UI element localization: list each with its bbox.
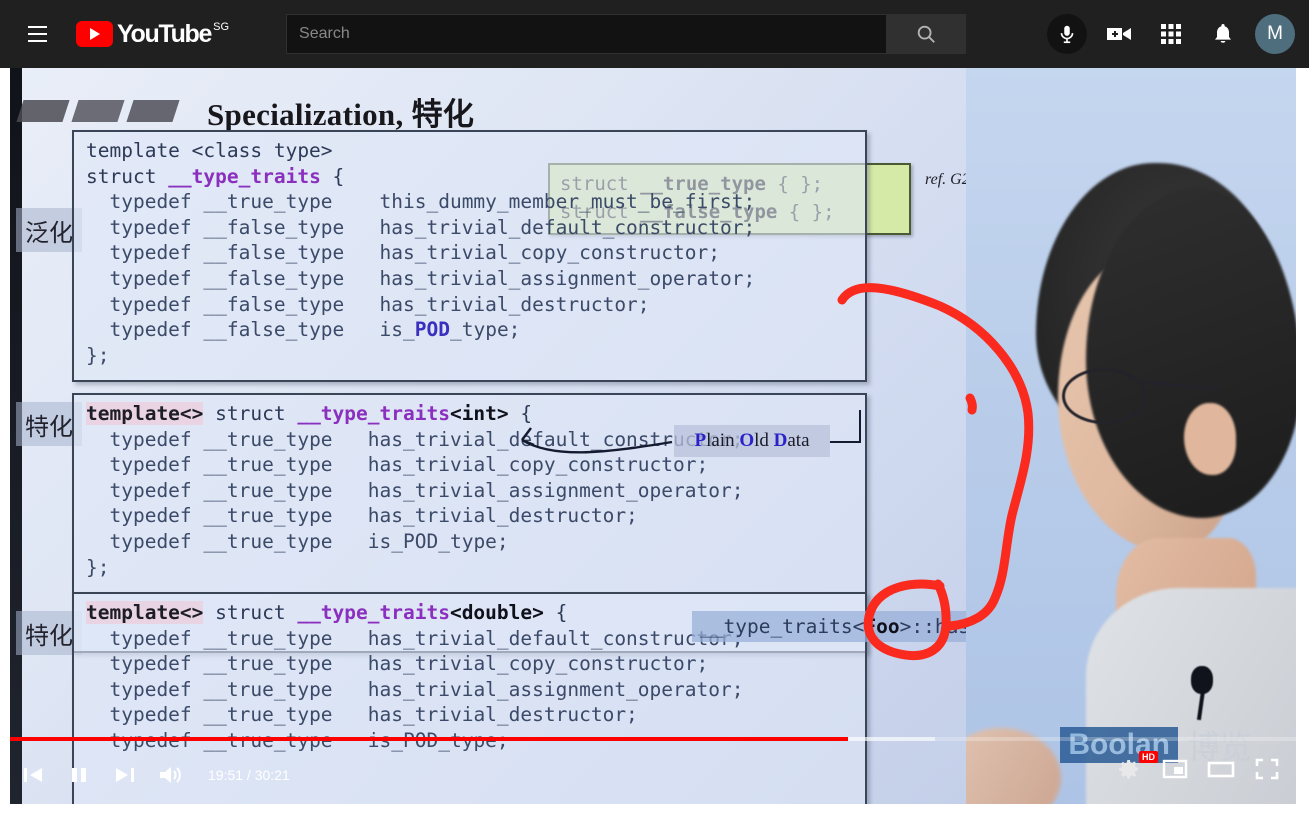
youtube-play-icon: [76, 21, 113, 47]
foo-type-arg: Foo: [864, 615, 900, 638]
avatar-initial: M: [1267, 23, 1283, 44]
lecturer-figure: [966, 68, 1296, 804]
type-traits-name-2: __type_traits: [297, 402, 450, 425]
miniplayer-icon: [1162, 759, 1188, 779]
search-icon: [917, 25, 935, 43]
youtube-masthead: YouTube SG Search M: [0, 0, 1309, 68]
youtube-apps-button[interactable]: [1151, 14, 1191, 54]
pod-keyword-1: POD: [414, 318, 450, 342]
tpl-header-1: template <class type>: [86, 139, 333, 162]
progress-bar[interactable]: [10, 737, 1296, 741]
volume-button[interactable]: [148, 751, 194, 799]
volume-high-icon: [160, 766, 181, 783]
type-traits-name-1: __type_traits: [168, 164, 321, 188]
previous-button[interactable]: [10, 751, 56, 799]
previous-track-icon: [24, 767, 42, 782]
controls-right-group: [1106, 745, 1290, 793]
search-button[interactable]: [886, 14, 967, 54]
video-camera-plus-icon: [1107, 28, 1131, 40]
next-track-icon: [116, 767, 134, 782]
masthead-right: M: [1047, 0, 1295, 68]
quality-badge: HD: [1139, 751, 1158, 763]
pause-icon: [72, 767, 86, 782]
pod-o: O: [739, 430, 755, 451]
search-bar: [286, 14, 967, 54]
glasses-icon: [1062, 368, 1146, 424]
lecturer-ear: [1184, 403, 1236, 475]
time-display: 19:51 / 30:21: [208, 766, 290, 783]
youtube-logo-text: YouTube: [117, 20, 212, 48]
gear-icon: [1119, 760, 1138, 779]
miniplayer-button[interactable]: [1152, 745, 1198, 793]
hamburger-icon[interactable]: [20, 17, 54, 51]
template-keyword-3: template<>: [86, 601, 204, 624]
bullet-square-2: [71, 100, 125, 122]
video-player[interactable]: Specialization, 特化 ref. G2.91 <type_trai…: [10, 68, 1296, 804]
template-keyword-2: template<>: [86, 402, 204, 425]
pod-d: D: [773, 430, 788, 451]
avatar[interactable]: M: [1255, 14, 1295, 54]
theater-mode-icon: [1207, 761, 1235, 778]
code-block-primary-template: template <class type> struct __type_trai…: [72, 130, 867, 382]
notifications-button[interactable]: [1203, 14, 1243, 54]
bell-icon: [1215, 24, 1231, 43]
slide-title-row: Specialization, 特化: [16, 88, 920, 134]
theater-button[interactable]: [1198, 745, 1244, 793]
plain-old-data-callout: Plain Old Data: [674, 425, 830, 457]
bullet-square-3: [126, 100, 180, 122]
type-traits-name-3: __type_traits: [297, 601, 450, 624]
create-video-button[interactable]: [1099, 14, 1139, 54]
voice-search-button[interactable]: [1047, 14, 1087, 54]
lapel-microphone-icon: [1191, 666, 1213, 694]
progress-played: [10, 737, 848, 741]
search-input[interactable]: [286, 14, 887, 54]
template-arg-double: <double>: [449, 601, 544, 624]
slide-title: Specialization, 特化: [207, 96, 475, 132]
code-block-1-body: template <class type> struct __type_trai…: [86, 139, 756, 367]
video-frame: Specialization, 特化 ref. G2.91 <type_trai…: [10, 68, 1296, 804]
fullscreen-icon: [1255, 758, 1279, 780]
youtube-logo[interactable]: YouTube SG: [76, 21, 229, 47]
code-block-2-body: template<> struct __type_traits<int> { t…: [86, 402, 744, 579]
microphone-icon: [1060, 25, 1074, 44]
apps-grid-icon: [1161, 24, 1181, 44]
bullet-square-1: [16, 100, 70, 122]
country-code: SG: [213, 21, 230, 33]
pause-button[interactable]: [56, 751, 102, 799]
template-arg-int: <int>: [449, 402, 509, 425]
controls-left-group: 19:51 / 30:21: [10, 745, 1296, 804]
next-button[interactable]: [102, 751, 148, 799]
player-controls: 19:51 / 30:21 HD: [10, 737, 1296, 804]
fullscreen-button[interactable]: [1244, 745, 1290, 793]
masthead-left: YouTube SG: [0, 14, 967, 54]
pod-p: P: [694, 430, 707, 451]
